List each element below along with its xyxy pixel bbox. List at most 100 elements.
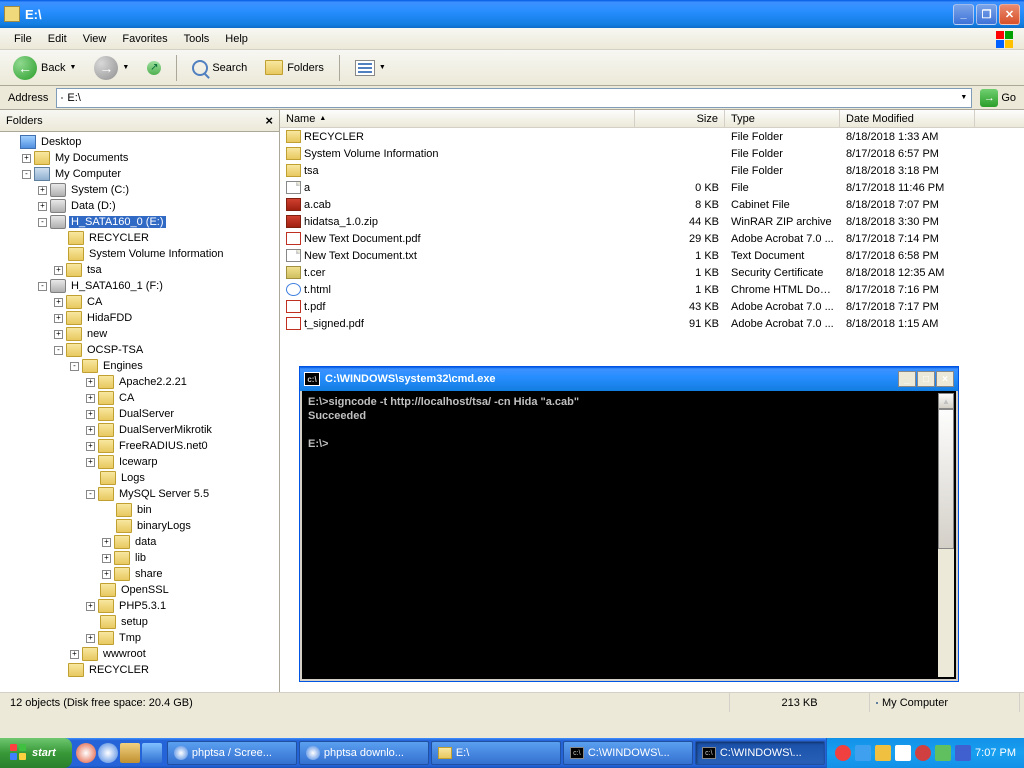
expand-button[interactable]: + — [102, 570, 111, 579]
tree-item[interactable]: +DualServerMikrotik — [2, 422, 277, 438]
start-button[interactable]: start — [0, 738, 72, 768]
tray-icon[interactable] — [955, 745, 971, 761]
tree-item[interactable]: -MySQL Server 5.5 — [2, 486, 277, 502]
tree-item[interactable]: +Icewarp — [2, 454, 277, 470]
tree-item[interactable]: +tsa — [2, 262, 277, 278]
expand-button[interactable]: + — [54, 298, 63, 307]
menu-tools[interactable]: Tools — [176, 30, 218, 48]
scroll-up-button[interactable]: ▲ — [938, 393, 954, 409]
tree-item[interactable]: +Tmp — [2, 630, 277, 646]
tree-item[interactable]: +share — [2, 566, 277, 582]
menu-view[interactable]: View — [75, 30, 115, 48]
tree-item[interactable]: +DualServer — [2, 406, 277, 422]
desktop-icon[interactable] — [142, 743, 162, 763]
scroll-thumb[interactable] — [938, 409, 954, 549]
system-tray[interactable]: 7:07 PM — [826, 738, 1024, 768]
tree-item[interactable]: +My Documents — [2, 150, 277, 166]
tree-item[interactable]: RECYCLER — [2, 662, 277, 678]
expand-button[interactable]: + — [86, 410, 95, 419]
clock[interactable]: 7:07 PM — [975, 747, 1016, 759]
tree-item[interactable]: +lib — [2, 550, 277, 566]
tray-icon[interactable] — [895, 745, 911, 761]
tree-item[interactable]: +wwwroot — [2, 646, 277, 662]
task-button[interactable]: c:\C:\WINDOWS\... — [563, 741, 693, 765]
tray-icon[interactable] — [855, 745, 871, 761]
views-button[interactable]: ▼ — [348, 55, 393, 81]
expand-button[interactable]: + — [54, 266, 63, 275]
cmd-minimize-button[interactable]: _ — [898, 371, 916, 387]
close-button[interactable]: ✕ — [999, 4, 1020, 25]
forward-button[interactable]: → ▼ — [87, 51, 136, 85]
expand-button[interactable]: + — [86, 458, 95, 467]
task-button[interactable]: phptsa downlo... — [299, 741, 429, 765]
tree-item[interactable]: +CA — [2, 390, 277, 406]
tree-item[interactable]: OpenSSL — [2, 582, 277, 598]
tray-icon[interactable] — [875, 745, 891, 761]
tree-item[interactable]: +Apache2.2.21 — [2, 374, 277, 390]
menu-edit[interactable]: Edit — [40, 30, 75, 48]
tray-icon[interactable] — [935, 745, 951, 761]
folder-tree[interactable]: Desktop+My Documents-My Computer+System … — [0, 132, 279, 692]
expand-button[interactable]: + — [70, 650, 79, 659]
tree-item[interactable]: Desktop — [2, 134, 277, 150]
cmd-output[interactable]: E:\>signcode -t http://localhost/tsa/ -c… — [300, 391, 958, 681]
maximize-button[interactable]: ❐ — [976, 4, 997, 25]
folders-button[interactable]: Folders — [258, 55, 331, 80]
file-row[interactable]: New Text Document.txt1 KBText Document8/… — [280, 247, 1024, 264]
expand-button[interactable]: + — [22, 154, 31, 163]
tree-item[interactable]: +System (C:) — [2, 182, 277, 198]
col-date[interactable]: Date Modified — [840, 110, 975, 127]
tree-item[interactable]: +FreeRADIUS.net0 — [2, 438, 277, 454]
tree-item[interactable]: -H_SATA160_1 (F:) — [2, 278, 277, 294]
expand-button[interactable]: - — [54, 346, 63, 355]
expand-button[interactable]: + — [86, 602, 95, 611]
task-button[interactable]: phptsa / Scree... — [167, 741, 297, 765]
expand-button[interactable]: + — [54, 330, 63, 339]
tree-item[interactable]: +HidaFDD — [2, 310, 277, 326]
file-row[interactable]: tsaFile Folder8/18/2018 3:18 PM — [280, 162, 1024, 179]
cmd-close-button[interactable]: × — [936, 371, 954, 387]
tree-item[interactable]: +data — [2, 534, 277, 550]
tree-item[interactable]: -H_SATA160_0 (E:) — [2, 214, 277, 230]
go-button[interactable]: → Go — [976, 87, 1020, 109]
tree-item[interactable]: -Engines — [2, 358, 277, 374]
tray-icon[interactable] — [915, 745, 931, 761]
expand-button[interactable]: + — [86, 442, 95, 451]
menu-file[interactable]: File — [6, 30, 40, 48]
tree-item[interactable]: +CA — [2, 294, 277, 310]
file-row[interactable]: t.pdf43 KBAdobe Acrobat 7.0 ...8/17/2018… — [280, 298, 1024, 315]
tree-item[interactable]: RECYCLER — [2, 230, 277, 246]
back-button[interactable]: ← Back ▼ — [6, 51, 83, 85]
file-row[interactable]: t.cer1 KBSecurity Certificate8/18/2018 1… — [280, 264, 1024, 281]
file-row[interactable]: t_signed.pdf91 KBAdobe Acrobat 7.0 ...8/… — [280, 315, 1024, 332]
cmd-window[interactable]: c:\ C:\WINDOWS\system32\cmd.exe _ □ × E:… — [299, 366, 959, 682]
close-pane-button[interactable]: × — [265, 113, 273, 128]
file-row[interactable]: New Text Document.pdf29 KBAdobe Acrobat … — [280, 230, 1024, 247]
cmd-titlebar[interactable]: c:\ C:\WINDOWS\system32\cmd.exe _ □ × — [300, 367, 958, 391]
task-button[interactable]: E:\ — [431, 741, 561, 765]
file-row[interactable]: System Volume InformationFile Folder8/17… — [280, 145, 1024, 162]
folder-icon[interactable] — [120, 743, 140, 763]
chrome-icon[interactable] — [98, 743, 118, 763]
tree-item[interactable]: binaryLogs — [2, 518, 277, 534]
tree-item[interactable]: setup — [2, 614, 277, 630]
expand-button[interactable]: - — [22, 170, 31, 179]
expand-button[interactable]: + — [102, 554, 111, 563]
expand-button[interactable]: + — [86, 394, 95, 403]
file-row[interactable]: a.cab8 KBCabinet File8/18/2018 7:07 PM — [280, 196, 1024, 213]
expand-button[interactable]: + — [86, 426, 95, 435]
expand-button[interactable]: - — [70, 362, 79, 371]
tree-item[interactable]: +Data (D:) — [2, 198, 277, 214]
file-row[interactable]: RECYCLERFile Folder8/18/2018 1:33 AM — [280, 128, 1024, 145]
tree-item[interactable]: +new — [2, 326, 277, 342]
tree-item[interactable]: System Volume Information — [2, 246, 277, 262]
browser-icon[interactable] — [76, 743, 96, 763]
expand-button[interactable]: - — [86, 490, 95, 499]
file-row[interactable]: t.html1 KBChrome HTML Docu...8/17/2018 7… — [280, 281, 1024, 298]
task-button[interactable]: c:\C:\WINDOWS\... — [695, 741, 825, 765]
tray-icon[interactable] — [835, 745, 851, 761]
menu-help[interactable]: Help — [217, 30, 256, 48]
expand-button[interactable]: - — [38, 218, 47, 227]
minimize-button[interactable]: _ — [953, 4, 974, 25]
tree-item[interactable]: -My Computer — [2, 166, 277, 182]
